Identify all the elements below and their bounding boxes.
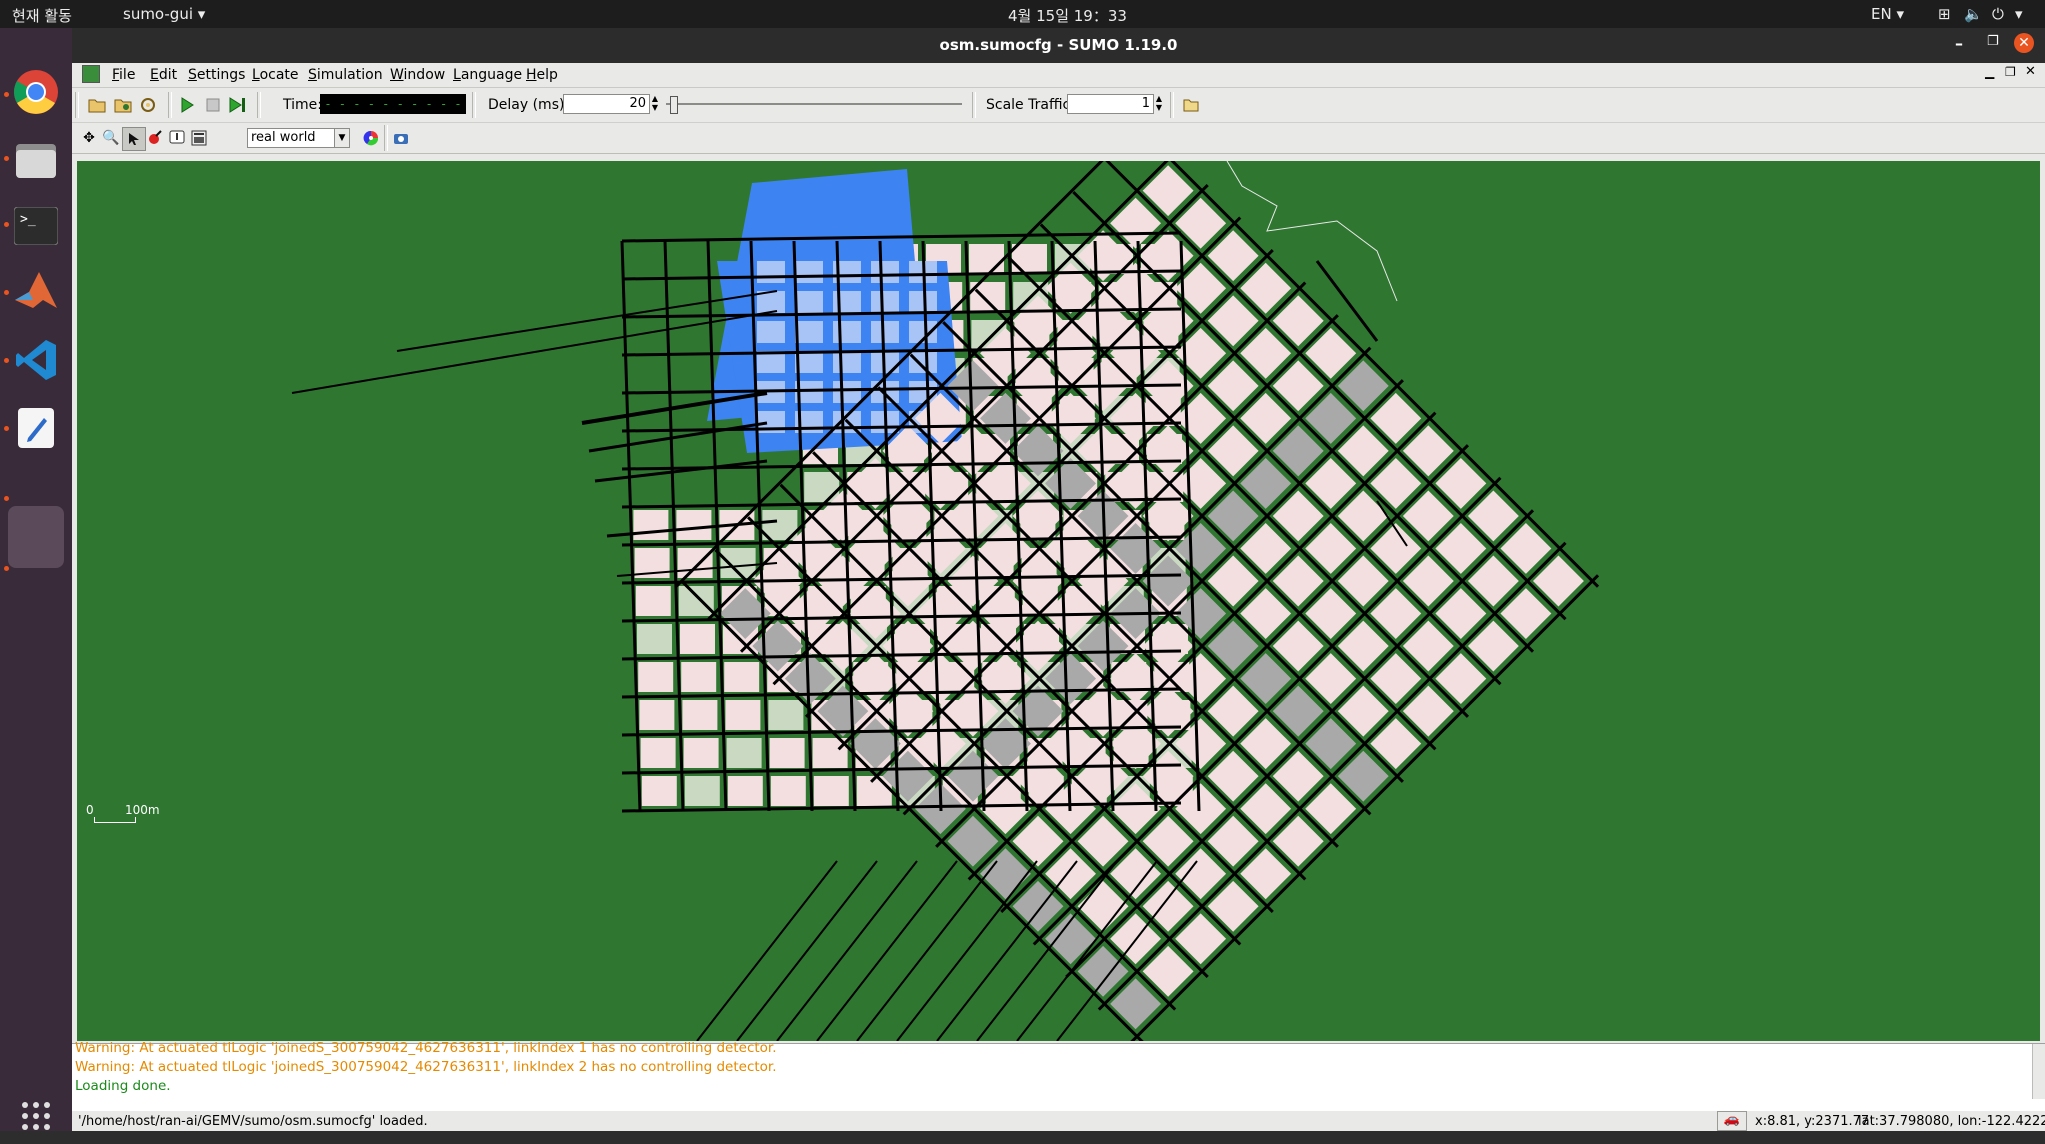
open-network-icon[interactable] (112, 94, 134, 116)
scale-traffic-label: Scale Traffic: (986, 97, 1075, 113)
cursor-xy: x:8.81, y:2371.77 (1755, 1114, 1870, 1129)
message-loading-done: Loading done. (75, 1078, 171, 1094)
status-message: '/home/host/ran-ai/GEMV/sumo/osm.sumocfg… (78, 1114, 428, 1129)
mdi-restore-icon[interactable]: ❐ (2005, 65, 2016, 79)
message-warning-1: Warning: At actuated tlLogic 'joinedS_30… (75, 1040, 777, 1056)
message-scrollbar[interactable] (2032, 1044, 2045, 1099)
activities-button[interactable]: 현재 활동 (12, 5, 72, 26)
window-title: osm.sumocfg - SUMO 1.19.0 (939, 36, 1178, 54)
scale-bar-zero: 0 (86, 803, 94, 817)
zoom-icon[interactable]: 🔍 (100, 127, 122, 149)
clock[interactable]: 4월 15일 19：33 (1008, 5, 1127, 26)
delay-slider-handle[interactable] (670, 96, 678, 114)
scale-traffic-spinner[interactable]: ▲ ▼ (1154, 94, 1164, 114)
menu-simulation[interactable]: Simulation (308, 67, 383, 83)
network-map[interactable] (77, 161, 2040, 1041)
system-top-bar: 현재 활동 sumo-gui ▾ 4월 15일 19：33 EN ▾ ⊞ 🔈 ⏻… (0, 0, 2045, 28)
input-language-label: EN (1871, 5, 1892, 23)
maximize-icon[interactable]: ❐ (1987, 34, 1999, 49)
delay-label: Delay (ms): (488, 97, 570, 113)
text-editor-icon[interactable] (8, 400, 64, 456)
vscode-icon[interactable] (8, 332, 64, 388)
view-toolbar: ✥ 🔍 real world ▼ (72, 123, 2045, 154)
power-icon[interactable]: ⏻ (1992, 5, 2004, 23)
message-window: Warning: At actuated tlLogic 'joinedS_30… (72, 1040, 2045, 1112)
volume-icon[interactable]: 🔈 (1964, 5, 1983, 23)
tooltip-icon[interactable] (166, 127, 188, 149)
mdi-close-icon[interactable]: ✕ (2025, 64, 2036, 79)
menu-help[interactable]: Help (526, 67, 558, 83)
scale-bar (94, 817, 136, 823)
status-bar: '/home/host/ran-ai/GEMV/sumo/osm.sumocfg… (72, 1111, 2045, 1131)
chevron-down-icon: ▾ (197, 5, 206, 23)
menu-edit[interactable]: Edit (150, 67, 177, 83)
show-apps-icon[interactable] (8, 1088, 64, 1144)
sumo-window: osm.sumocfg - SUMO 1.19.0 – ❐ ✕ File Edi… (72, 28, 2045, 1131)
camera-icon[interactable] (390, 127, 412, 149)
cursor-latlon: lat:37.798080, lon:-122.422266 (1858, 1114, 2045, 1129)
scale-bar-distance: 100m (125, 803, 160, 817)
mdi-minimize-icon[interactable]: ▁ (1985, 65, 1994, 79)
sumo-app-icon (82, 65, 100, 83)
menu-window[interactable]: Window (390, 67, 445, 83)
folder-icon[interactable] (1180, 94, 1202, 116)
select-mode-icon[interactable] (122, 127, 146, 151)
locate-icon[interactable] (144, 127, 166, 149)
matlab-icon[interactable] (8, 264, 64, 320)
minimize-icon[interactable]: – (1955, 34, 1963, 53)
menu-language[interactable]: Language (453, 67, 522, 83)
menu-toggle-icon[interactable] (188, 127, 210, 149)
chevron-down-icon[interactable]: ▾ (2015, 5, 2023, 23)
scale-traffic-input[interactable]: 1 (1067, 94, 1154, 114)
message-warning-2: Warning: At actuated tlLogic 'joinedS_30… (75, 1059, 777, 1075)
menu-settings[interactable]: Settings (188, 67, 245, 83)
delay-spinner[interactable]: ▲ ▼ (650, 94, 660, 114)
sumo-gui-dock-item[interactable] (8, 506, 64, 568)
delay-slider-track[interactable] (666, 103, 962, 105)
car-icon[interactable]: 🚗 (1717, 1111, 1747, 1131)
reload-icon[interactable] (137, 94, 159, 116)
input-language-button[interactable]: EN ▾ (1871, 5, 1904, 23)
stop-icon[interactable] (202, 94, 224, 116)
view-scheme-select[interactable]: real world ▼ (247, 128, 350, 148)
color-wheel-icon[interactable] (360, 127, 382, 149)
run-icon[interactable] (176, 94, 198, 116)
svg-text:>_: >_ (20, 212, 36, 227)
network-view[interactable]: 0 100m (77, 161, 2040, 1041)
menu-locate[interactable]: Locate (252, 67, 299, 83)
open-folder-icon[interactable] (86, 94, 108, 116)
simulation-toolbar: Time: - - - - - - - - - - - - - Delay (m… (72, 88, 2045, 131)
app-menu-button[interactable]: sumo-gui ▾ (123, 5, 205, 23)
menu-file[interactable]: File (112, 67, 135, 83)
chrome-icon[interactable] (8, 64, 64, 120)
menu-bar: File Edit Settings Locate Simulation Win… (72, 63, 2045, 88)
dock: >_ (0, 28, 72, 1131)
app-menu-label: sumo-gui (123, 5, 193, 23)
close-icon[interactable]: ✕ (2014, 33, 2034, 53)
time-label: Time: (283, 97, 322, 113)
chevron-down-icon[interactable]: ▼ (334, 129, 349, 147)
terminal-icon[interactable]: >_ (8, 198, 64, 254)
view-scheme-value: real world (251, 130, 316, 145)
recenter-icon[interactable]: ✥ (78, 127, 100, 149)
step-icon[interactable] (226, 94, 248, 116)
window-titlebar[interactable]: osm.sumocfg - SUMO 1.19.0 – ❐ ✕ (72, 28, 2045, 63)
files-icon[interactable] (8, 132, 64, 188)
time-display: - - - - - - - - - - - - - (320, 94, 466, 131)
network-icon[interactable]: ⊞ (1938, 5, 1951, 23)
delay-input[interactable]: 20 (563, 94, 650, 114)
